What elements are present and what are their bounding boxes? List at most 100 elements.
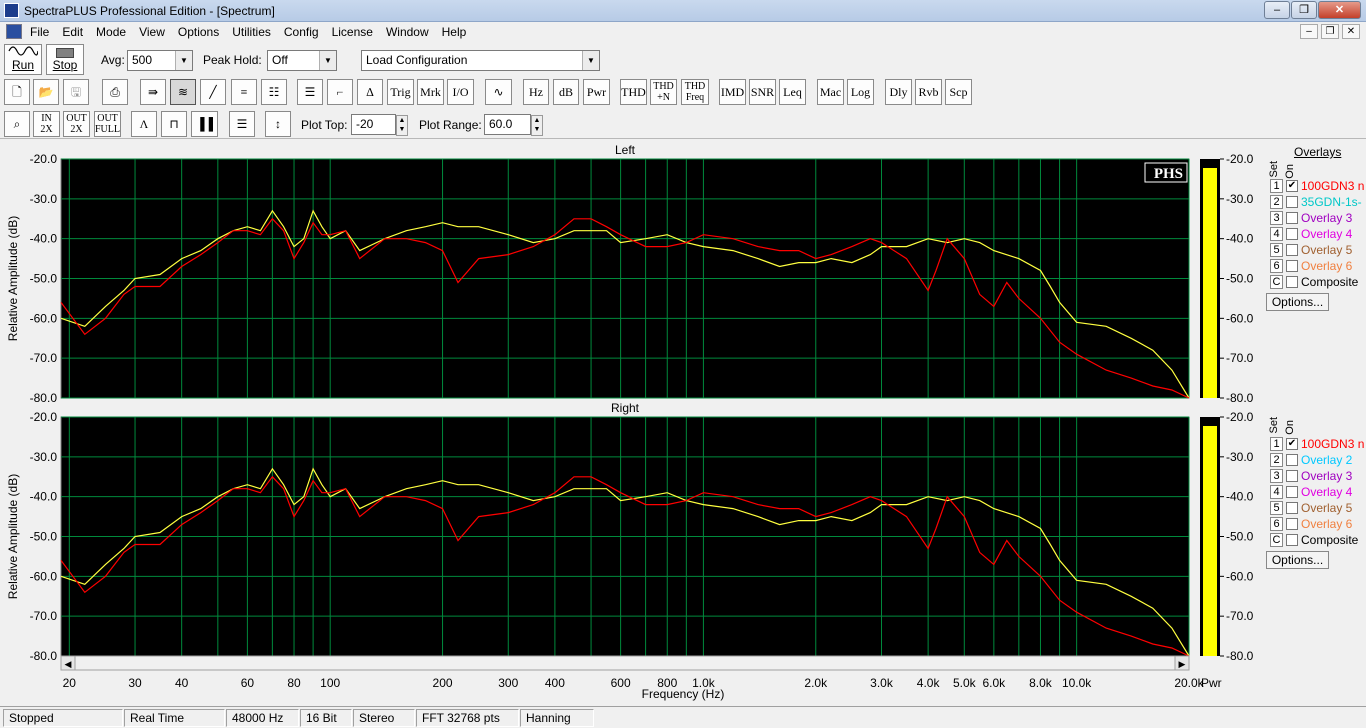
- mac-button[interactable]: Mac: [817, 79, 844, 105]
- spinner-icon[interactable]: ▲ ▼: [396, 115, 408, 136]
- zoom-in-2x-button[interactable]: IN 2X: [33, 111, 60, 137]
- overlay-checkbox[interactable]: [1286, 486, 1298, 498]
- overlay-set-button[interactable]: 2: [1270, 195, 1283, 209]
- signal-generator-button[interactable]: ∆: [357, 79, 383, 105]
- restore-button[interactable]: ❐: [1291, 1, 1317, 19]
- spectrum-button[interactable]: ≋: [170, 79, 196, 105]
- stop-button[interactable]: Stop: [46, 44, 84, 75]
- open-file-button[interactable]: 📂: [33, 79, 59, 105]
- menu-config[interactable]: Config: [284, 25, 319, 39]
- overlay-set-button[interactable]: 4: [1270, 227, 1283, 241]
- overlay-set-button[interactable]: 2: [1270, 453, 1283, 467]
- meter-panel-button[interactable]: ☰: [297, 79, 323, 105]
- run-button[interactable]: Run: [4, 44, 42, 75]
- avg-select[interactable]: 500 ▼: [127, 50, 193, 71]
- menu-view[interactable]: View: [139, 25, 165, 39]
- plot-top-input[interactable]: -20 ▲ ▼: [351, 114, 408, 136]
- overlay-set-button[interactable]: 5: [1270, 501, 1283, 515]
- log-button[interactable]: Log: [847, 79, 874, 105]
- imd-button[interactable]: IMD: [719, 79, 746, 105]
- overlay-options-button[interactable]: Options...: [1266, 293, 1329, 311]
- overlay-set-button[interactable]: 5: [1270, 243, 1283, 257]
- line-plot-button[interactable]: Λ: [131, 111, 157, 137]
- overlay-set-button[interactable]: C: [1270, 533, 1283, 547]
- overlay-checkbox[interactable]: [1286, 212, 1298, 224]
- menu-window[interactable]: Window: [386, 25, 429, 39]
- snr-button[interactable]: SNR: [749, 79, 776, 105]
- menu-edit[interactable]: Edit: [62, 25, 83, 39]
- 3d-surface-button[interactable]: ≡: [231, 79, 257, 105]
- overlay-checkbox[interactable]: [1286, 260, 1298, 272]
- overlay-checkbox[interactable]: [1286, 228, 1298, 240]
- overlay-row-6[interactable]: 6 Overlay 6: [1270, 517, 1366, 533]
- overlay-checkbox[interactable]: [1286, 470, 1298, 482]
- configuration-select[interactable]: Load Configuration ▼: [361, 50, 600, 71]
- horizontal-scrollbar[interactable]: [60, 655, 1190, 671]
- hz-button[interactable]: Hz: [523, 79, 549, 105]
- overlay-row-2[interactable]: 2 35GDN-1s-: [1270, 195, 1366, 211]
- print-button[interactable]: ⎙: [102, 79, 128, 105]
- overlay-checkbox[interactable]: [1286, 276, 1298, 288]
- overlay-row-c[interactable]: C Composite: [1270, 275, 1366, 291]
- trig-button[interactable]: Trig: [387, 79, 414, 105]
- overlay-row-5[interactable]: 5 Overlay 5: [1270, 501, 1366, 517]
- overlay-set-button[interactable]: 6: [1270, 517, 1283, 531]
- new-file-button[interactable]: 🗋: [4, 79, 30, 105]
- mrk-button[interactable]: Mrk: [417, 79, 444, 105]
- autoscale-button[interactable]: ↕: [265, 111, 291, 137]
- overlay-row-4[interactable]: 4 Overlay 4: [1270, 485, 1366, 501]
- leq-button[interactable]: Leq: [779, 79, 806, 105]
- plot-range-input[interactable]: 60.0 ▲ ▼: [484, 114, 543, 136]
- overlay-checkbox[interactable]: [1286, 534, 1298, 546]
- spectrogram-button[interactable]: ☷: [261, 79, 287, 105]
- menu-file[interactable]: File: [30, 25, 49, 39]
- overlay-set-button[interactable]: 4: [1270, 485, 1283, 499]
- overlay-checkbox[interactable]: [1286, 244, 1298, 256]
- overlay-row-5[interactable]: 5 Overlay 5: [1270, 243, 1366, 259]
- thd-n-button[interactable]: THD +N: [650, 79, 677, 105]
- menu-license[interactable]: License: [332, 25, 373, 39]
- save-file-button[interactable]: 🖫: [63, 79, 89, 105]
- menu-help[interactable]: Help: [442, 25, 467, 39]
- overlay-row-6[interactable]: 6 Overlay 6: [1270, 259, 1366, 275]
- zoom-button[interactable]: ⌕: [4, 111, 30, 137]
- rvb-button[interactable]: Rvb: [915, 79, 942, 105]
- sine-generator-button[interactable]: ∿: [485, 79, 512, 105]
- pwr-button[interactable]: Pwr: [583, 79, 610, 105]
- io-button[interactable]: I/O: [447, 79, 474, 105]
- overlay-checkbox[interactable]: ✔: [1286, 180, 1298, 192]
- spinner-icon[interactable]: ▲ ▼: [531, 115, 543, 136]
- octave-plot-button[interactable]: ⊓: [161, 111, 187, 137]
- dly-button[interactable]: Dly: [885, 79, 912, 105]
- overlay-row-c[interactable]: C Composite: [1270, 533, 1366, 549]
- overlay-row-4[interactable]: 4 Overlay 4: [1270, 227, 1366, 243]
- overlay-checkbox[interactable]: [1286, 196, 1298, 208]
- zoom-out-2x-button[interactable]: OUT 2X: [63, 111, 90, 137]
- mdi-close-button[interactable]: ✕: [1342, 24, 1360, 39]
- scale-button[interactable]: ⌐: [327, 79, 353, 105]
- bar-plot-button[interactable]: ▐▐: [191, 111, 218, 137]
- scp-button[interactable]: Scp: [945, 79, 972, 105]
- document-icon[interactable]: [6, 24, 22, 39]
- time-series-button[interactable]: ⇛: [140, 79, 166, 105]
- menu-options[interactable]: Options: [178, 25, 219, 39]
- overlay-row-3[interactable]: 3 Overlay 3: [1270, 211, 1366, 227]
- overlay-set-button[interactable]: 1: [1270, 179, 1283, 193]
- overlay-checkbox[interactable]: [1286, 518, 1298, 530]
- overlay-row-1[interactable]: 1 ✔ 100GDN3 n: [1270, 179, 1366, 195]
- thd-button[interactable]: THD: [620, 79, 647, 105]
- close-button[interactable]: ✕: [1318, 1, 1361, 19]
- overlay-checkbox[interactable]: ✔: [1286, 438, 1298, 450]
- overlays-header[interactable]: Overlays: [1294, 145, 1341, 159]
- overlay-row-3[interactable]: 3 Overlay 3: [1270, 469, 1366, 485]
- overlay-set-button[interactable]: 3: [1270, 469, 1283, 483]
- overlay-set-button[interactable]: C: [1270, 275, 1283, 289]
- overlay-checkbox[interactable]: [1286, 502, 1298, 514]
- menu-mode[interactable]: Mode: [96, 25, 126, 39]
- zoom-out-full-button[interactable]: OUT FULL: [94, 111, 121, 137]
- overlay-row-2[interactable]: 2 Overlay 2: [1270, 453, 1366, 469]
- phase-button[interactable]: ╱: [200, 79, 226, 105]
- minimize-button[interactable]: ‒: [1264, 1, 1290, 19]
- mdi-restore-button[interactable]: ❐: [1321, 24, 1339, 39]
- overlay-set-button[interactable]: 1: [1270, 437, 1283, 451]
